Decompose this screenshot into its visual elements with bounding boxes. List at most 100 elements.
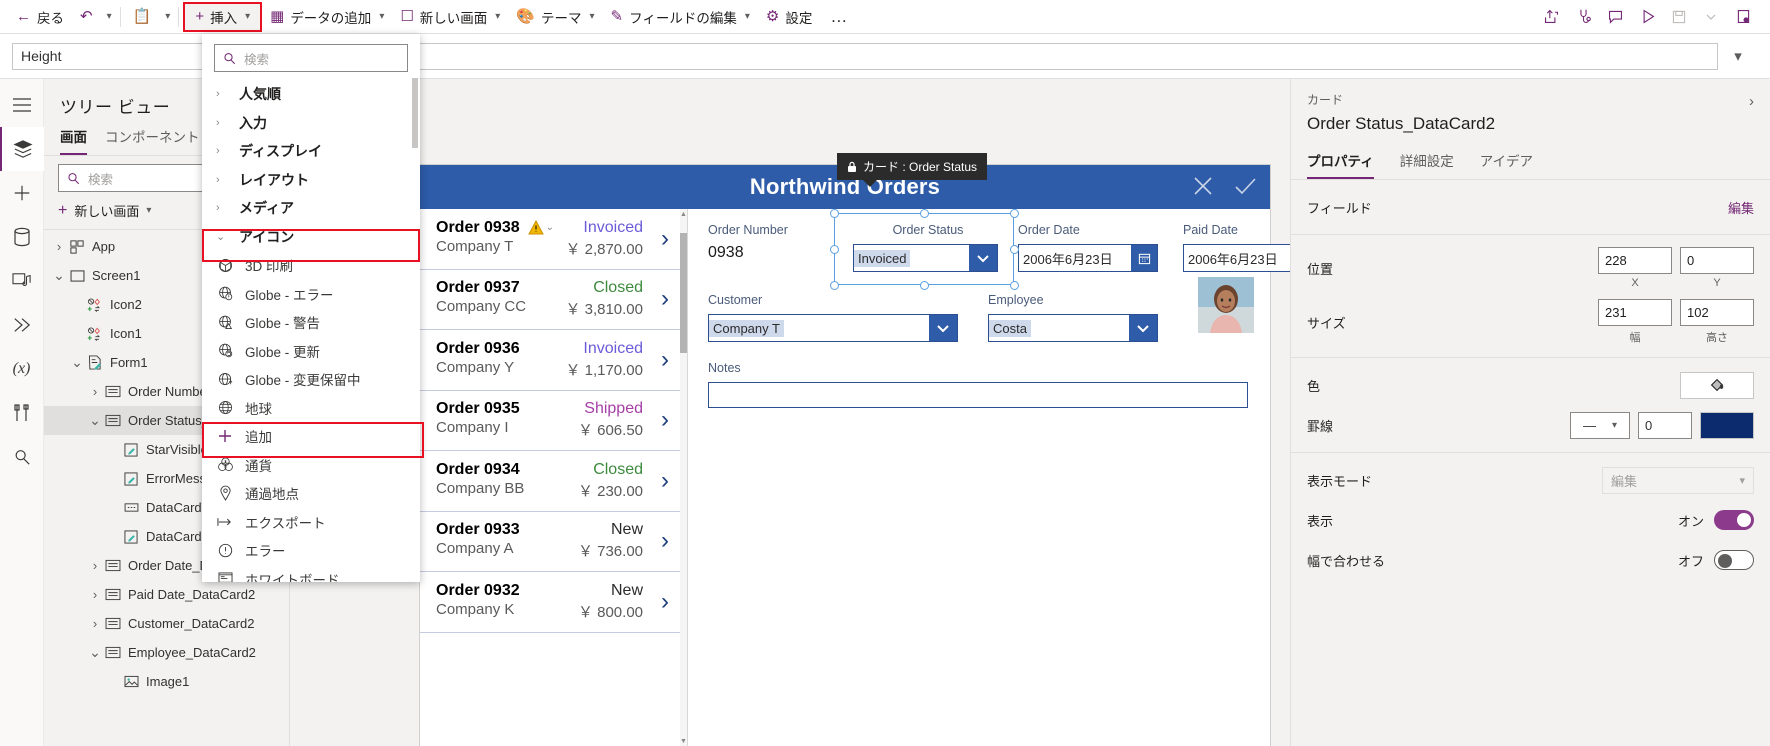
- undo-dropdown[interactable]: ▾: [101, 3, 116, 31]
- position-x-input[interactable]: 228: [1598, 247, 1672, 274]
- edit-field-link[interactable]: 編集: [1728, 198, 1754, 217]
- confirm-icon[interactable]: [1232, 173, 1258, 202]
- flyout-item-waypoint[interactable]: 通過地点: [202, 479, 420, 508]
- insert-button[interactable]: + 挿入 ▾: [183, 1, 263, 32]
- chevron-down-icon[interactable]: ⌄: [88, 412, 102, 429]
- flyout-group-2[interactable]: › ディスプレイ: [202, 137, 420, 166]
- flyout-group-1[interactable]: › 入力: [202, 109, 420, 138]
- flyout-group-5[interactable]: ⌄ アイコン: [202, 223, 420, 252]
- tree-node-customer-datacard2[interactable]: › Customer_DataCard2: [44, 609, 289, 638]
- flyout-item-globe[interactable]: 地球: [202, 394, 420, 423]
- flyout-search-input[interactable]: 検索: [214, 44, 408, 72]
- border-width-input[interactable]: 0: [1638, 411, 1692, 439]
- flyout-item-export[interactable]: エクスポート: [202, 508, 420, 537]
- add-data-button[interactable]: ▦ データの追加 ▾: [262, 3, 392, 31]
- paste-button[interactable]: 📋: [125, 3, 160, 31]
- resize-handle-sw[interactable]: [830, 281, 839, 290]
- chevron-down-icon[interactable]: ⌄: [52, 267, 66, 284]
- theme-button[interactable]: 🎨 テーマ ▾: [508, 3, 602, 31]
- tab-properties[interactable]: プロパティ: [1307, 150, 1374, 179]
- edit-fields-button[interactable]: ✎ フィールドの編集 ▾: [603, 3, 758, 31]
- tree-view-icon[interactable]: [0, 127, 44, 171]
- chevron-right-icon[interactable]: ›: [88, 558, 102, 573]
- flyout-item-3d-print[interactable]: 3D 印刷: [202, 251, 420, 280]
- cancel-icon[interactable]: [1190, 173, 1216, 202]
- order-row[interactable]: Order 0935 Shipped Company I ￥ 606.50 ›: [420, 391, 687, 451]
- flyout-item-globe-refresh[interactable]: Globe - 更新: [202, 337, 420, 366]
- new-screen-button[interactable]: ☐ 新しい画面 ▾: [392, 3, 508, 31]
- notes-input[interactable]: [708, 382, 1248, 408]
- border-style-select[interactable]: — ▾: [1570, 411, 1630, 439]
- tree-node-employee-datacard2[interactable]: ⌄ Employee_DataCard2: [44, 638, 289, 667]
- customer-dropdown[interactable]: Company T: [708, 314, 958, 342]
- order-row[interactable]: Order 0937 Closed Company CC ￥ 3,810.00 ›: [420, 270, 687, 330]
- size-height-input[interactable]: 102: [1680, 299, 1754, 326]
- chevron-right-icon[interactable]: ›: [649, 406, 681, 434]
- field-notes[interactable]: Notes: [708, 361, 1248, 408]
- resize-handle-ne[interactable]: [1010, 209, 1019, 218]
- flyout-group-4[interactable]: › メディア: [202, 194, 420, 223]
- hamburger-menu-icon[interactable]: [0, 83, 44, 127]
- paste-dropdown[interactable]: ▾: [159, 3, 174, 31]
- media-icon[interactable]: [0, 259, 44, 303]
- flyout-scrollbar[interactable]: [412, 78, 418, 378]
- resize-handle-s[interactable]: [920, 281, 929, 290]
- chevron-right-icon[interactable]: ›: [88, 616, 102, 631]
- flyout-group-3[interactable]: › レイアウト: [202, 166, 420, 195]
- resize-handle-n[interactable]: [920, 209, 929, 218]
- order-row[interactable]: Order 0932 New Company K ￥ 800.00 ›: [420, 572, 687, 633]
- position-y-input[interactable]: 0: [1680, 247, 1754, 274]
- tab-advanced[interactable]: 詳細設定: [1400, 150, 1454, 179]
- scroll-up-arrow-icon[interactable]: ▲: [680, 211, 687, 218]
- insert-icon[interactable]: [0, 171, 44, 215]
- data-icon[interactable]: [0, 215, 44, 259]
- flyout-group-0[interactable]: › 人気順: [202, 80, 420, 109]
- resize-handle-w[interactable]: [830, 245, 839, 254]
- order-row[interactable]: Order 0934 Closed Company BB ￥ 230.00 ›: [420, 451, 687, 512]
- undo-button[interactable]: ↶: [72, 3, 101, 31]
- chevron-right-icon[interactable]: ›: [88, 587, 102, 602]
- overflow-button[interactable]: …: [820, 7, 858, 27]
- flyout-item-globe-warning[interactable]: Globe - 警告: [202, 308, 420, 337]
- display-mode-select[interactable]: 編集 ▾: [1602, 466, 1754, 494]
- tools-icon[interactable]: [0, 391, 44, 435]
- publish-icon[interactable]: [1728, 3, 1758, 31]
- field-order-date[interactable]: Order Date 2006年6月23日: [1018, 223, 1168, 272]
- scroll-down-arrow-icon[interactable]: ▼: [680, 738, 687, 745]
- chevron-right-icon[interactable]: ›: [649, 467, 681, 495]
- app-checker-icon[interactable]: [1568, 3, 1598, 31]
- order-row[interactable]: Order 0936 Invoiced Company Y ￥ 1,170.00 ›: [420, 330, 687, 391]
- chevron-right-icon[interactable]: ›: [88, 384, 102, 399]
- settings-button[interactable]: ⚙ 設定: [758, 3, 820, 31]
- share-icon[interactable]: [1536, 3, 1566, 31]
- tab-screens[interactable]: 画面: [60, 126, 87, 155]
- visible-toggle[interactable]: [1714, 510, 1754, 530]
- order-date-input[interactable]: 2006年6月23日: [1018, 244, 1158, 272]
- chevron-right-icon[interactable]: ›: [649, 285, 681, 313]
- save-icon[interactable]: [1664, 3, 1694, 31]
- field-employee[interactable]: Employee Costa: [988, 293, 1168, 342]
- flyout-item-whiteboard[interactable]: ホワイトボード: [202, 565, 420, 582]
- power-automate-icon[interactable]: [0, 303, 44, 347]
- chevron-right-icon[interactable]: ›: [52, 239, 66, 254]
- border-color-swatch[interactable]: [1700, 411, 1754, 439]
- resize-handle-e[interactable]: [1010, 245, 1019, 254]
- flyout-item-currency[interactable]: 通貨: [202, 451, 420, 480]
- resize-handle-se[interactable]: [1010, 281, 1019, 290]
- order-list-scrollbar[interactable]: ▲ ▼: [680, 209, 687, 746]
- tab-components[interactable]: コンポーネント: [105, 126, 200, 155]
- search-icon[interactable]: [0, 435, 44, 479]
- play-icon[interactable]: [1632, 3, 1662, 31]
- back-button[interactable]: ← 戻る: [8, 3, 72, 31]
- chevron-right-icon[interactable]: ›: [649, 346, 681, 374]
- order-row[interactable]: Order 0933 New Company A ￥ 736.00 ›: [420, 512, 687, 572]
- comments-icon[interactable]: [1600, 3, 1630, 31]
- field-customer[interactable]: Customer Company T: [708, 293, 968, 342]
- chevron-down-icon[interactable]: [1129, 315, 1157, 341]
- fitwidth-toggle[interactable]: [1714, 550, 1754, 570]
- chevron-right-icon[interactable]: ›: [649, 225, 681, 253]
- tree-node-paid-date-datacard2[interactable]: › Paid Date_DataCard2: [44, 580, 289, 609]
- tree-node-image1[interactable]: Image1: [44, 667, 289, 696]
- flyout-item-globe-error[interactable]: Globe - エラー: [202, 280, 420, 309]
- calendar-icon[interactable]: [1131, 245, 1157, 271]
